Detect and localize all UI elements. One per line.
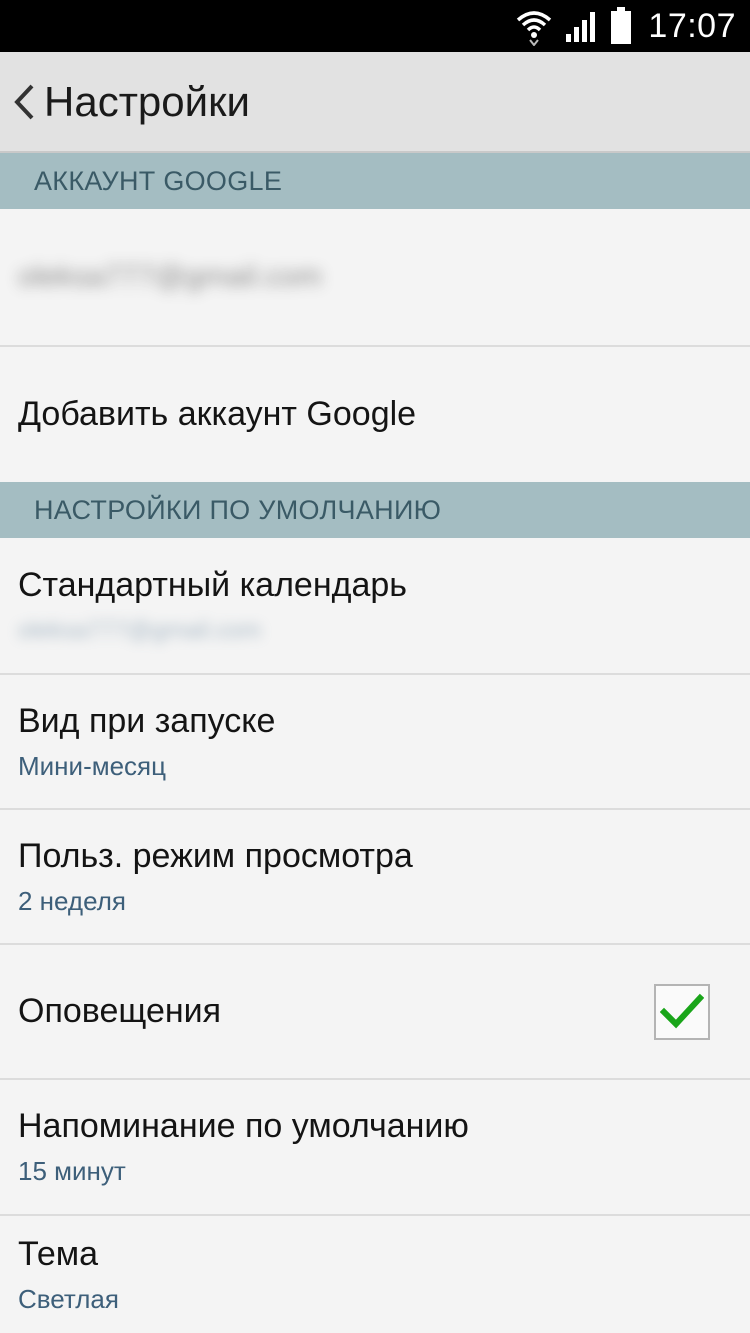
wifi-icon: [514, 6, 554, 46]
start-view-label: Вид при запуске: [18, 701, 276, 740]
settings-item-custom-view[interactable]: Польз. режим просмотра 2 неделя: [0, 810, 750, 945]
custom-view-label: Польз. режим просмотра: [18, 836, 413, 875]
section-header-defaults: НАСТРОЙКИ ПО УМОЛЧАНИЮ: [0, 482, 750, 538]
account-email: oleksa777@gmail.com: [18, 260, 322, 293]
battery-icon: [610, 7, 632, 45]
status-bar: 17:07: [0, 0, 750, 52]
action-bar: Настройки: [0, 52, 750, 153]
google-account-item[interactable]: oleksa777@gmail.com: [0, 209, 750, 347]
add-google-account-label: Добавить аккаунт Google: [18, 395, 417, 433]
default-reminder-value: 15 минут: [18, 1156, 126, 1186]
back-button[interactable]: Настройки: [0, 52, 250, 151]
settings-item-theme[interactable]: Тема Светлая: [0, 1216, 750, 1333]
settings-item-default-calendar[interactable]: Стандартный календарь oleksa777@gmail.co…: [0, 538, 750, 675]
custom-view-value: 2 неделя: [18, 885, 126, 916]
default-calendar-value: oleksa777@gmail.com: [18, 617, 262, 644]
notifications-label: Оповещения: [18, 992, 222, 1030]
status-clock: 17:07: [648, 6, 736, 45]
chevron-left-icon: [12, 82, 36, 122]
signal-icon: [564, 8, 600, 44]
add-google-account-item[interactable]: Добавить аккаунт Google: [0, 347, 750, 482]
default-reminder-label: Напоминание по умолчанию: [18, 1107, 469, 1145]
settings-item-start-view[interactable]: Вид при запуске Мини-месяц: [0, 675, 750, 810]
theme-value: Светлая: [18, 1284, 119, 1314]
section-header-google-account: АККАУНТ GOOGLE: [0, 153, 750, 209]
settings-item-default-reminder[interactable]: Напоминание по умолчанию 15 минут: [0, 1080, 750, 1216]
check-icon: [660, 993, 704, 1028]
default-calendar-label: Стандартный календарь: [18, 566, 407, 604]
start-view-value: Мини-месяц: [18, 750, 167, 781]
notifications-checkbox[interactable]: [654, 983, 710, 1040]
theme-label: Тема: [18, 1235, 99, 1273]
page-title: Настройки: [44, 77, 250, 125]
settings-list: АККАУНТ GOOGLE oleksa777@gmail.com Добав…: [0, 153, 750, 1333]
settings-item-notifications[interactable]: Оповещения: [0, 945, 750, 1080]
